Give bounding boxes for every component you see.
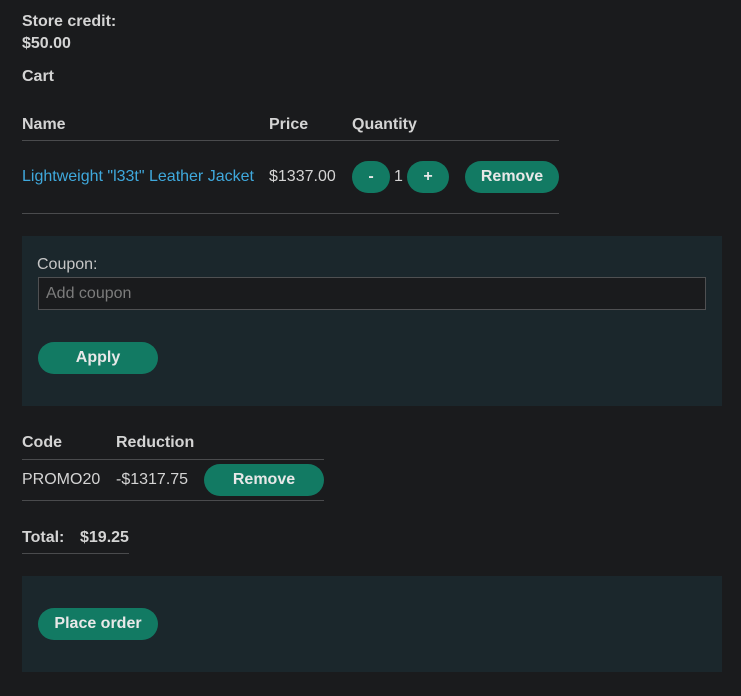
discount-table-header: Code Reduction: [22, 433, 324, 460]
column-header-code: Code: [22, 434, 62, 451]
column-header-name: Name: [22, 116, 66, 133]
coupon-panel: Coupon: Apply: [22, 236, 722, 406]
discount-reduction: -$1317.75: [116, 471, 189, 488]
remove-item-button[interactable]: Remove: [465, 161, 559, 193]
quantity-value: 1: [394, 168, 403, 185]
total-row: Total: $19.25: [22, 528, 129, 554]
cart-table-header: Name Price Quantity: [22, 115, 559, 141]
column-header-price: Price: [269, 116, 309, 133]
store-credit-label: Store credit:: [22, 13, 117, 30]
place-order-button[interactable]: Place order: [38, 608, 158, 640]
place-order-panel: Place order: [22, 576, 722, 672]
product-link[interactable]: Lightweight "l33t" Leather Jacket: [22, 167, 254, 186]
column-header-quantity: Quantity: [352, 116, 417, 133]
quantity-decrease-button[interactable]: -: [352, 161, 390, 193]
total-label: Total:: [22, 529, 65, 546]
store-credit-value: $50.00: [22, 35, 71, 52]
discount-code: PROMO20: [22, 471, 101, 488]
discount-row: PROMO20 -$1317.75 Remove: [22, 460, 324, 501]
column-header-reduction: Reduction: [116, 434, 195, 451]
cart-item-row: Lightweight "l33t" Leather Jacket $1337.…: [22, 141, 559, 214]
total-value: $19.25: [80, 529, 129, 546]
remove-coupon-button[interactable]: Remove: [204, 464, 324, 496]
apply-coupon-button[interactable]: Apply: [38, 342, 158, 374]
coupon-input[interactable]: [38, 277, 706, 310]
coupon-label: Coupon:: [37, 256, 98, 273]
quantity-increase-button[interactable]: +: [407, 161, 449, 193]
product-price: $1337.00: [269, 168, 336, 185]
cart-heading: Cart: [22, 68, 55, 85]
